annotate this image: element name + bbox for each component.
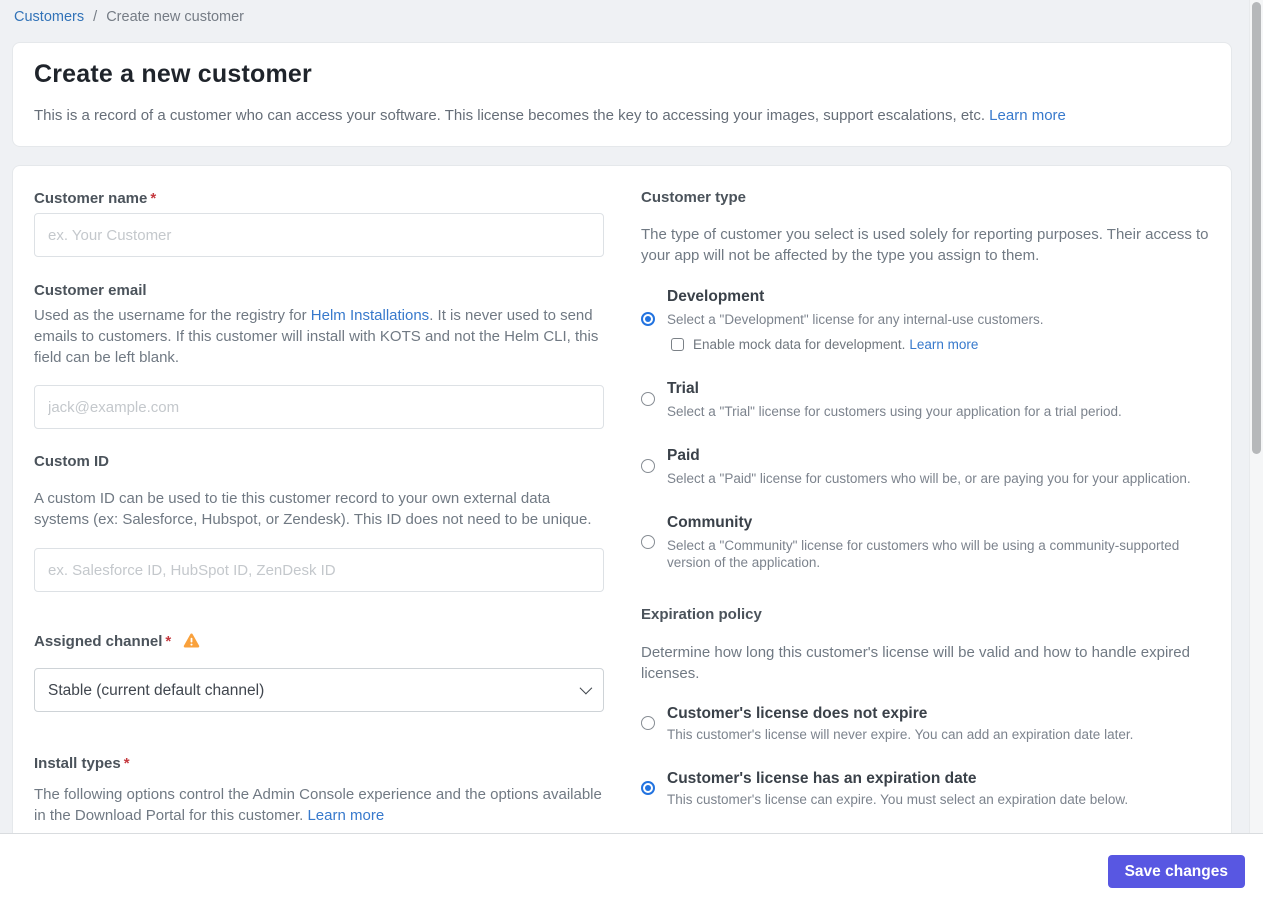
scrollbar-thumb[interactable] [1252,2,1261,454]
expiration-policy-description: Determine how long this customer's licen… [641,644,1190,682]
custom-id-input[interactable] [34,548,604,592]
development-title: Development [667,288,765,305]
development-radio[interactable] [641,312,655,326]
license-does-not-expire-radio[interactable] [641,716,655,730]
warning-triangle-icon [183,633,200,652]
customer-email-input[interactable] [34,385,604,429]
license-has-expiration-title: Customer's license has an expiration dat… [667,770,977,787]
customer-email-label: Customer email [34,282,147,299]
customer-type-option-community: Community Select a "Community" license f… [641,514,1217,571]
form-footer: Save changes [0,833,1263,905]
vertical-scrollbar [1249,0,1263,833]
mock-data-learn-more-link[interactable]: Learn more [909,337,978,352]
custom-id-description: A custom ID can be used to tie this cust… [34,490,592,528]
trial-title: Trial [667,380,699,397]
save-changes-button[interactable]: Save changes [1107,855,1245,888]
install-types-description: The following options control the Admin … [34,784,604,826]
mock-data-checkbox[interactable] [671,338,684,351]
community-description: Select a "Community" license for custome… [667,538,1180,570]
customer-type-label: Customer type [641,189,747,206]
community-title: Community [667,514,753,531]
form-left-column: Customer name* Customer email Used as th… [34,166,604,826]
expiration-option-no-expire: Customer's license does not expire This … [641,705,1217,743]
custom-id-label: Custom ID [34,453,109,470]
assigned-channel-select-wrap: Stable (current default channel) [34,668,604,712]
page-title: Create a new customer [34,60,312,88]
license-does-not-expire-description: This customer's license will never expir… [667,727,1134,742]
expiration-policy-label: Expiration policy [641,606,762,623]
paid-description: Select a "Paid" license for customers wh… [667,471,1191,486]
customer-email-description: Used as the username for the registry fo… [34,305,604,368]
customer-form-card: Customer name* Customer email Used as th… [12,165,1232,833]
header-learn-more-link[interactable]: Learn more [989,107,1066,124]
breadcrumb-separator: / [93,9,98,25]
paid-radio[interactable] [641,459,655,473]
customer-name-label-text: Customer name [34,190,148,207]
customer-name-label: Customer name * [34,191,604,207]
install-types-learn-more-link[interactable]: Learn more [307,807,384,824]
breadcrumb-customers-link[interactable]: Customers [14,9,84,25]
community-radio[interactable] [641,534,655,549]
assigned-channel-label: Assigned channel * [34,633,604,652]
license-does-not-expire-title: Customer's license does not expire [667,705,928,722]
customer-email-desc-before: Used as the username for the registry fo… [34,307,311,324]
form-right-column: Customer type The type of customer you s… [641,166,1217,808]
helm-installations-link[interactable]: Helm Installations [311,307,429,324]
install-types-label-text: Install types [34,755,121,772]
install-types-label: Install types * [34,756,604,772]
trial-description: Select a "Trial" license for customers u… [667,404,1122,419]
page-description-text: This is a record of a customer who can a… [34,107,985,124]
paid-title: Paid [667,447,700,464]
customer-name-input[interactable] [34,213,604,257]
required-asterisk: * [123,755,130,772]
expiration-option-has-date: Customer's license has an expiration dat… [641,770,1217,808]
page-header-card: Create a new customer This is a record o… [12,42,1232,147]
customer-type-description: The type of customer you select is used … [641,226,1209,264]
license-has-expiration-description: This customer's license can expire. You … [667,792,1129,807]
mock-data-checkbox-label: Enable mock data for development. [693,337,906,352]
development-description: Select a "Development" license for any i… [667,312,1044,327]
assigned-channel-label-text: Assigned channel [34,633,163,650]
breadcrumb-current: Create new customer [106,9,245,25]
page-description: This is a record of a customer who can a… [34,107,1066,124]
trial-radio[interactable] [641,392,655,406]
customer-type-option-development: Development Select a "Development" licen… [641,288,1217,352]
mock-data-checkbox-row: Enable mock data for development. Learn … [671,337,1217,352]
breadcrumb: Customers / Create new customer [14,9,244,25]
required-asterisk: * [150,190,157,207]
required-asterisk: * [165,633,172,650]
customer-type-option-trial: Trial Select a "Trial" license for custo… [641,380,1217,420]
assigned-channel-select[interactable]: Stable (current default channel) [34,668,604,712]
customer-type-option-paid: Paid Select a "Paid" license for custome… [641,447,1217,487]
license-has-expiration-radio[interactable] [641,781,655,795]
